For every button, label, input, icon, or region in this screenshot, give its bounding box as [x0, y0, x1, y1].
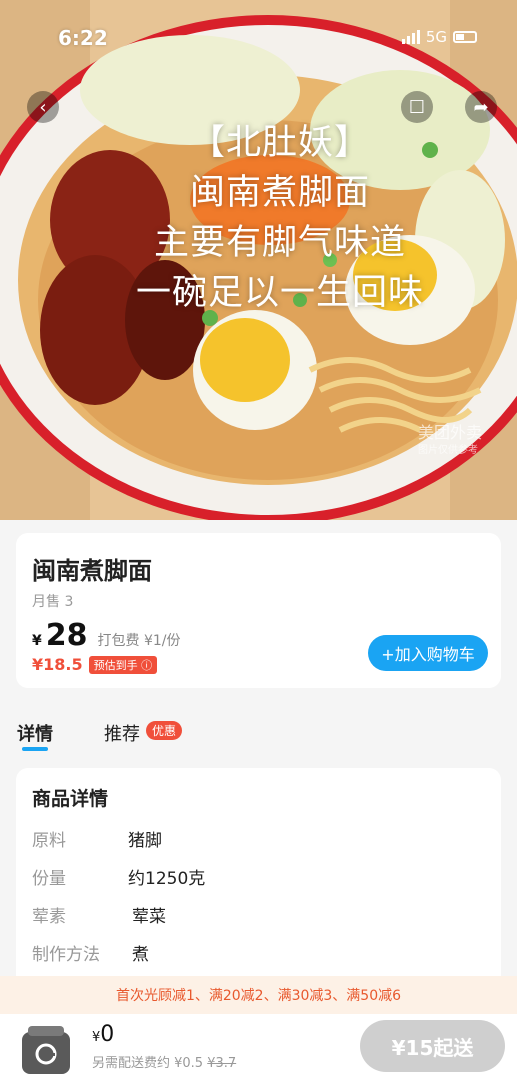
min-order-button[interactable]: ¥15起送	[360, 1020, 505, 1072]
estimated-price: ¥18.5 预估到手 ⓘ	[32, 655, 158, 674]
delivery-fee-original: ¥3.7	[207, 1056, 237, 1071]
product-details-card: 商品详情 原料 猪脚 份量 约1250克 荤素 荤菜 制作方法 煮	[16, 768, 501, 988]
status-indicators: 5G	[401, 28, 477, 46]
shopping-bag-icon[interactable]	[18, 1020, 74, 1076]
caption-line: 主要有脚气味道	[153, 223, 406, 263]
status-time: 6:22	[58, 26, 108, 50]
packaging-fee: 打包费 ¥1/份	[97, 633, 181, 649]
network-type: 5G	[425, 28, 447, 46]
details-title: 商品详情	[32, 788, 109, 810]
discount-badge: 优惠	[146, 721, 183, 740]
caption-line: 【北肚妖】	[189, 123, 370, 163]
detail-key: 制作方法	[32, 945, 100, 965]
detail-tabs: 详情 推荐 优惠	[0, 712, 517, 752]
detail-row: 制作方法 煮	[32, 940, 149, 965]
detail-value: 约1250克	[128, 869, 206, 889]
signal-icon	[401, 30, 420, 44]
price-symbol: ¥	[32, 633, 42, 649]
watermark-sub: 图片仅供参考	[418, 445, 478, 456]
product-image: 6:22 5G ‹ ☐ ➦ 【北肚妖】 闽南煮脚面 主要有脚气味道 一碗足以一生…	[0, 0, 517, 520]
detail-row: 原料 猪脚	[32, 826, 162, 851]
checkout-bar: ¥0 另需配送费约 ¥0.5 ¥3.7 ¥15起送	[0, 1014, 517, 1080]
image-watermark: 美团外卖 图片仅供参考	[418, 424, 482, 460]
caption-line: 闽南煮脚面	[189, 173, 370, 213]
detail-key: 份量	[32, 869, 66, 889]
price-value: 28	[45, 618, 88, 653]
estimated-price-tag[interactable]: 预估到手 ⓘ	[88, 655, 158, 674]
tab-recommend[interactable]: 推荐	[104, 720, 140, 746]
cart-total: ¥0	[92, 1022, 114, 1047]
detail-row: 荤素 荤菜	[32, 902, 166, 927]
product-info-card: 闽南煮脚面 月售 3 ¥ 28 打包费 ¥1/份 ¥18.5 预估到手 ⓘ +加…	[16, 533, 501, 688]
detail-value: 煮	[132, 945, 149, 965]
detail-row: 份量 约1250克	[32, 864, 205, 889]
estimated-price-value: ¥18.5	[32, 655, 83, 674]
product-name: 闽南煮脚面	[32, 557, 152, 585]
product-price: ¥ 28 打包费 ¥1/份	[32, 618, 180, 653]
battery-icon	[453, 31, 477, 43]
detail-key: 原料	[32, 831, 66, 851]
watermark-main: 美团外卖	[418, 423, 483, 442]
caption-line: 一碗足以一生回味	[135, 273, 424, 313]
detail-value: 猪脚	[128, 831, 162, 851]
promotion-banner: 首次光顾减1、满20减2、满30减3、满50减6	[0, 976, 517, 1014]
monthly-sales: 月售 3	[32, 594, 74, 610]
tab-active-indicator	[22, 747, 48, 751]
delivery-fee-label: 另需配送费约 ¥0.5	[92, 1056, 204, 1071]
detail-key: 荤素	[32, 907, 66, 927]
add-to-cart-button[interactable]: +加入购物车	[368, 635, 488, 671]
delivery-fee: 另需配送费约 ¥0.5 ¥3.7	[92, 1052, 236, 1071]
detail-value: 荤菜	[132, 907, 166, 927]
status-bar: 6:22 5G	[0, 22, 517, 56]
total-value: 0	[100, 1022, 115, 1047]
image-caption: 【北肚妖】 闽南煮脚面 主要有脚气味道 一碗足以一生回味	[0, 118, 517, 318]
tab-details[interactable]: 详情	[17, 720, 53, 746]
